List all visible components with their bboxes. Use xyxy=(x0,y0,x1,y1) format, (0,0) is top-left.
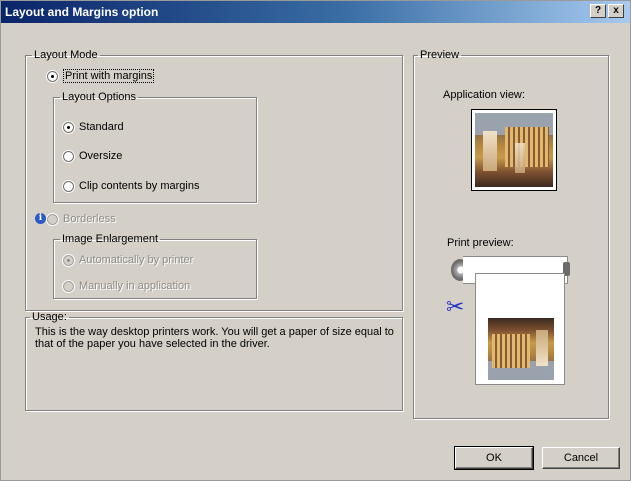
standard-radio[interactable]: Standard xyxy=(63,121,124,133)
auto-by-printer-label: Automatically by printer xyxy=(79,254,194,266)
oversize-label: Oversize xyxy=(79,150,123,162)
radio-circle[interactable] xyxy=(63,180,74,192)
dialog-window: Layout and Margins option ? x Layout Mod… xyxy=(0,0,631,481)
layout-mode-legend: Layout Mode xyxy=(34,49,98,61)
print-with-margins-radio[interactable]: Print with margins xyxy=(47,69,155,83)
manual-in-app-label: Manually in application xyxy=(79,280,191,292)
preview-legend: Preview xyxy=(420,49,460,61)
clip-contents-label: Clip contents by margins xyxy=(79,180,200,192)
print-preview-sheet xyxy=(475,273,565,385)
application-view-thumbnail xyxy=(471,109,557,191)
scissors-icon: ✂ xyxy=(446,295,465,320)
usage-legend: Usage: xyxy=(32,311,67,323)
manual-in-app-radio: Manually in application xyxy=(63,280,190,292)
help-button[interactable]: ? xyxy=(590,4,606,18)
oversize-radio[interactable]: Oversize xyxy=(63,150,122,162)
standard-label: Standard xyxy=(79,121,124,133)
info-icon[interactable]: i xyxy=(35,213,46,224)
image-enlargement-legend: Image Enlargement xyxy=(62,233,158,245)
print-preview-image xyxy=(488,318,554,380)
print-with-margins-label: Print with margins xyxy=(63,69,155,83)
clip-contents-radio[interactable]: Clip contents by margins xyxy=(63,180,199,192)
cancel-button-label: Cancel xyxy=(563,452,599,464)
auto-by-printer-radio: Automatically by printer xyxy=(63,254,193,266)
radio-circle xyxy=(63,280,74,292)
application-view-image xyxy=(475,113,553,187)
borderless-radio: Borderless xyxy=(47,213,116,225)
cancel-button[interactable]: Cancel xyxy=(542,447,620,469)
radio-circle[interactable] xyxy=(63,121,74,133)
radio-circle xyxy=(63,254,74,266)
radio-circle[interactable] xyxy=(47,70,58,82)
window-title: Layout and Margins option xyxy=(5,5,159,19)
close-button[interactable]: x xyxy=(608,4,624,18)
title-bar[interactable]: Layout and Margins option ? x xyxy=(1,1,630,23)
print-preview-label: Print preview: xyxy=(447,237,514,249)
layout-options-legend: Layout Options xyxy=(62,91,136,103)
radio-circle[interactable] xyxy=(63,150,74,162)
radio-circle xyxy=(47,213,58,225)
application-view-label: Application view: xyxy=(443,89,525,101)
ok-button[interactable]: OK xyxy=(454,446,534,470)
borderless-label: Borderless xyxy=(63,213,116,225)
usage-description: This is the way desktop printers work. Y… xyxy=(35,326,394,350)
ok-button-label: OK xyxy=(486,452,502,464)
